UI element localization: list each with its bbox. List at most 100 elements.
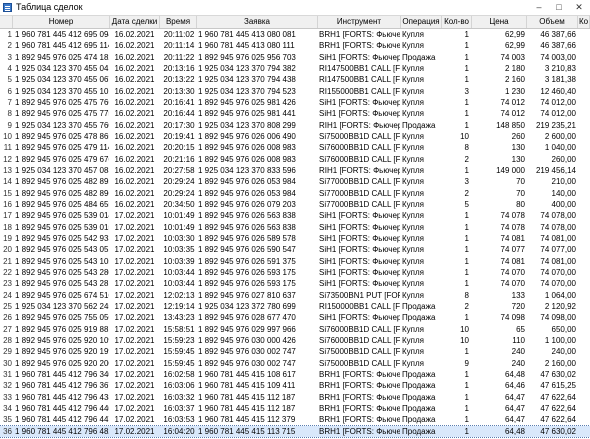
table-row[interactable]: 20 1 892 945 976 025 543 051 17.02.2021 10:… (0, 244, 590, 255)
table-row[interactable]: 22 1 892 945 976 025 543 280 17.02.2021 10:… (0, 267, 590, 278)
cell-volume: 1 100,00 (544, 335, 576, 345)
cell-instrument: Si76000BB1D CALL [FORTS: Опц (319, 154, 400, 164)
row-index: 25 (3, 301, 12, 311)
cell-order: 1 925 034 123 370 833 596 (198, 165, 296, 175)
table-row[interactable]: 91 925 034 123 370 455 760 16.02.2021 20:1… (0, 120, 590, 131)
cell-date: 16.02.2021 (114, 177, 155, 187)
maximize-button[interactable]: □ (550, 1, 568, 13)
header-number[interactable]: Номер (13, 16, 110, 28)
header-price[interactable]: Цена (472, 16, 527, 28)
cell-number: 1 892 945 976 025 920 200 (15, 358, 109, 368)
header-date[interactable]: Дата сделки (110, 16, 160, 28)
cell-price: 74 081 (500, 256, 525, 266)
header-commission[interactable]: Ко (578, 16, 590, 28)
cell-quantity: 8 (464, 143, 469, 153)
table-row[interactable]: 26 1 892 945 976 025 755 056 17.02.2021 13:… (0, 312, 590, 323)
table-row[interactable]: 13 1 925 034 123 370 457 083 16.02.2021 20:… (0, 165, 590, 176)
cell-time: 20:16:41 (163, 97, 195, 107)
cell-volume: 219 456,14 (535, 165, 576, 175)
table-row[interactable]: 31 1 960 781 445 412 796 340 17.02.2021 16:… (0, 369, 590, 380)
table-row[interactable]: 21 1 892 945 976 025 543 105 17.02.2021 10:… (0, 256, 590, 267)
cell-quantity: 1 (464, 245, 469, 255)
table-row[interactable]: 81 892 945 976 025 475 775 16.02.2021 20:1… (0, 108, 590, 119)
cell-volume: 74 012,00 (540, 109, 576, 119)
header-time[interactable]: Время (160, 16, 197, 28)
cell-time: 16:03:32 (163, 392, 195, 402)
table-row[interactable]: 30 1 892 945 976 025 920 200 17.02.2021 15:… (0, 358, 590, 369)
header-order[interactable]: Заявка (197, 16, 318, 28)
header-index[interactable] (0, 16, 13, 28)
table-row[interactable]: 41 925 034 123 370 455 041 16.02.2021 20:1… (0, 63, 590, 74)
cell-number: 1 892 945 976 025 674 516 (15, 290, 109, 300)
cell-number: 1 892 945 976 025 484 655 (15, 199, 109, 209)
cell-quantity: 8 (464, 290, 469, 300)
row-index: 30 (3, 358, 12, 368)
cell-date: 16.02.2021 (114, 30, 155, 39)
cell-instrument: RI150000BB1 CALL [FORTS: Опц (319, 301, 400, 311)
table-row[interactable]: 28 1 892 945 976 025 920 109 17.02.2021 15:… (0, 335, 590, 346)
table-row[interactable]: 31 892 945 976 025 474 182 16.02.2021 20:1… (0, 52, 590, 63)
minimize-button[interactable]: – (530, 1, 548, 13)
table-row[interactable]: 16 1 892 945 976 025 484 655 16.02.2021 20:… (0, 199, 590, 210)
cell-order: 1 925 034 123 370 794 382 (198, 63, 296, 73)
header-instrument[interactable]: Инструмент (318, 16, 401, 28)
table-row[interactable]: 51 925 034 123 370 455 067 16.02.2021 20:1… (0, 74, 590, 85)
table-row[interactable]: 35 1 960 781 445 412 796 447 17.02.2021 16:… (0, 414, 590, 425)
cell-quantity: 1 (464, 381, 469, 391)
cell-price: 74 098 (500, 313, 525, 323)
header-quantity[interactable]: Кол-во (442, 16, 472, 28)
cell-instrument: Si75000BB1D CALL [FORTS: Опц (319, 131, 400, 141)
table-row[interactable]: 17 1 892 945 976 025 539 014 17.02.2021 10:… (0, 210, 590, 221)
table-row[interactable]: 14 1 892 945 976 025 482 895 16.02.2021 20:… (0, 176, 590, 187)
row-index: 12 (3, 154, 12, 164)
cell-instrument: SiH1 [FORTS: Фьючерсы] (319, 222, 400, 232)
cell-volume: 2 120,92 (544, 301, 576, 311)
table-row[interactable]: 25 1 925 034 123 370 562 245 17.02.2021 12:… (0, 301, 590, 312)
table-row[interactable]: 11 960 781 445 412 695 094 16.02.2021 20:1… (0, 29, 590, 40)
cell-date: 17.02.2021 (114, 256, 155, 266)
cell-order: 1 925 034 123 372 780 699 (198, 301, 296, 311)
table-row[interactable]: 18 1 892 945 976 025 539 015 17.02.2021 10:… (0, 222, 590, 233)
table-row[interactable]: 36 1 960 781 445 412 796 482 17.02.2021 16:… (0, 424, 590, 438)
row-index: 35 (3, 415, 12, 425)
table-row[interactable]: 12 1 892 945 976 025 479 676 16.02.2021 20:… (0, 154, 590, 165)
cell-date: 17.02.2021 (114, 211, 155, 221)
cell-operation: Купля (402, 211, 424, 221)
cell-number: 1 892 945 976 025 475 775 (15, 109, 109, 119)
cell-operation: Купля (402, 222, 424, 232)
table-row[interactable]: 23 1 892 945 976 025 543 281 17.02.2021 10:… (0, 278, 590, 289)
cell-quantity: 1 (464, 392, 469, 402)
cell-price: 110 (512, 335, 525, 345)
table-row[interactable]: 33 1 960 781 445 412 796 438 17.02.2021 16:… (0, 392, 590, 403)
table-row[interactable]: 24 1 892 945 976 025 674 516 17.02.2021 12:… (0, 290, 590, 301)
cell-date: 16.02.2021 (114, 165, 155, 175)
cell-instrument: RI147500BB1 CALL [FORTS: Опц (319, 63, 400, 73)
table-row[interactable]: 71 892 945 976 025 475 766 16.02.2021 20:1… (0, 97, 590, 108)
header-volume[interactable]: Объем (527, 16, 578, 28)
table-row[interactable]: 34 1 960 781 445 412 796 440 17.02.2021 16:… (0, 403, 590, 414)
header-operation[interactable]: Операция (401, 16, 442, 28)
cell-time: 12:19:14 (163, 301, 195, 311)
table-row[interactable]: 32 1 960 781 445 412 796 367 17.02.2021 16:… (0, 380, 590, 391)
table-row[interactable]: 10 1 892 945 976 025 478 865 16.02.2021 20:… (0, 131, 590, 142)
cell-price: 64,48 (504, 369, 525, 379)
table-row[interactable]: 15 1 892 945 976 025 482 896 16.02.2021 20:… (0, 188, 590, 199)
close-button[interactable]: ✕ (570, 1, 588, 13)
cell-time: 20:20:15 (163, 143, 195, 153)
table-row[interactable]: 61 925 034 123 370 455 101 16.02.2021 20:1… (0, 86, 590, 97)
cell-order: 1 892 945 976 030 002 747 (198, 358, 296, 368)
table-row[interactable]: 21 960 781 445 412 695 114 16.02.2021 20:1… (0, 40, 590, 51)
cell-volume: 210,00 (551, 177, 576, 187)
cell-price: 149 000 (496, 165, 525, 175)
cell-time: 15:58:51 (163, 324, 195, 334)
cell-time: 10:03:35 (163, 245, 195, 255)
cell-time: 20:11:14 (163, 41, 195, 51)
table-row[interactable]: 11 1 892 945 976 025 479 114 16.02.2021 20:… (0, 142, 590, 153)
table-row[interactable]: 29 1 892 945 976 025 920 199 17.02.2021 15:… (0, 346, 590, 357)
cell-operation: Купля (402, 86, 424, 96)
cell-operation: Купля (402, 358, 424, 368)
table-row[interactable]: 19 1 892 945 976 025 542 933 17.02.2021 10:… (0, 233, 590, 244)
table-row[interactable]: 27 1 892 945 976 025 919 881 17.02.2021 15:… (0, 324, 590, 335)
cell-order: 1 892 945 976 026 589 578 (198, 233, 296, 243)
cell-time: 16:03:53 (163, 415, 195, 425)
